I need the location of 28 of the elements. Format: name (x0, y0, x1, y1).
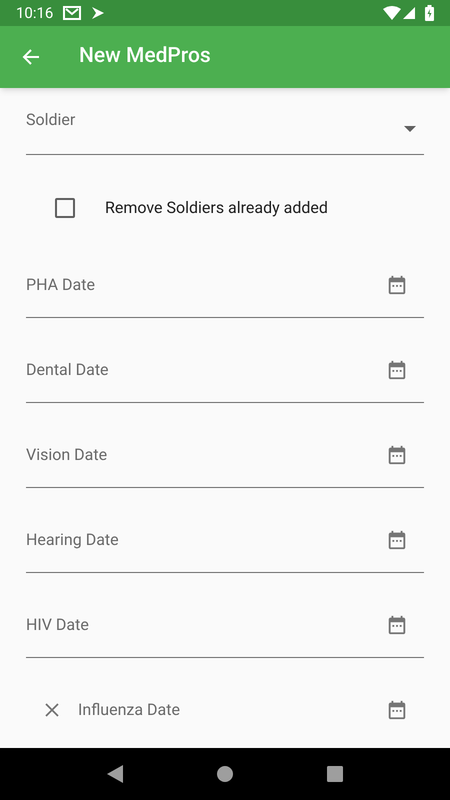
date-label: Influenza Date (78, 699, 181, 721)
battery-icon (425, 5, 434, 21)
calendar-icon[interactable] (386, 274, 408, 296)
screen-title: New MedPros (79, 43, 211, 70)
checkbox-label: Remove Soldiers already added (105, 197, 328, 219)
home-icon[interactable] (217, 766, 233, 782)
calendar-icon[interactable] (386, 699, 408, 721)
status-time: 10:16 (16, 2, 54, 24)
date-label: PHA Date (26, 274, 96, 296)
calendar-icon[interactable] (386, 444, 408, 466)
mail-icon (63, 6, 82, 20)
back-icon[interactable] (107, 765, 123, 783)
notification-icon (91, 6, 106, 20)
date-label: Dental Date (26, 359, 110, 381)
calendar-icon[interactable] (386, 529, 408, 551)
clear-icon[interactable] (44, 702, 60, 718)
date-label: Vision Date (26, 444, 108, 466)
signal-icon (403, 7, 415, 19)
soldier-dropdown[interactable]: Soldier (26, 88, 424, 155)
calendar-icon[interactable] (386, 359, 408, 381)
date-label: Hearing Date (26, 529, 120, 551)
wifi-icon (383, 6, 401, 20)
dropdown-caret-icon (404, 126, 416, 132)
back-arrow-icon[interactable] (22, 48, 40, 66)
dropdown-label: Soldier (26, 109, 76, 131)
date-label: HIV Date (26, 614, 90, 636)
calendar-icon[interactable] (386, 614, 408, 636)
checkbox[interactable] (55, 198, 75, 218)
